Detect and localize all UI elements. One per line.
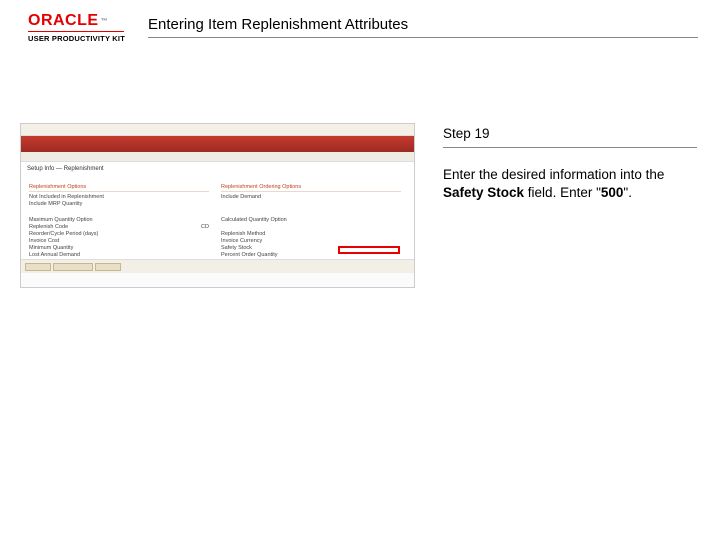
screenshot-thumbnail: Setup Info — Replenishment Replenishment… [20,123,415,288]
thumb-label: Calculated Quantity Option [221,217,287,223]
thumb-label: Include MRP Quantity [29,201,82,207]
thumb-label: Lost Annual Demand [29,252,80,258]
thumb-value: CD [201,224,209,230]
thumb-label [221,201,223,207]
step-instruction: Enter the desired information into the S… [443,166,693,202]
logo-divider [28,31,124,32]
thumb-label: Invoice Currency [221,238,262,244]
brand-logo: ORACLE ™ USER PRODUCTIVITY KIT [28,12,148,43]
thumb-section-replenishment: Replenishment Options [29,184,209,192]
instruction-value: 500 [601,185,624,200]
logo-subtext: USER PRODUCTIVITY KIT [28,34,148,43]
thumb-label: Minimum Quantity [29,245,73,251]
thumb-footer [21,259,414,273]
instruction-pre: Enter the desired information into the [443,167,664,182]
thumb-return-button [53,263,93,271]
thumb-label: Include Demand [221,194,261,200]
instruction-post: ". [623,185,632,200]
thumb-label: Replenish Method [221,231,265,237]
thumb-label: Reorder/Cycle Period (days) [29,231,98,237]
thumb-save-button [25,263,51,271]
page-title: Entering Item Replenishment Attributes [148,6,698,38]
instruction-field-name: Safety Stock [443,185,524,200]
thumb-form-title: Setup Info — Replenishment [27,166,104,172]
thumb-brandbar [21,136,414,152]
step-number: Step 19 [443,125,697,148]
thumb-label-safety-stock: Safety Stock [221,245,252,251]
thumb-label: Percent Order Quantity [221,252,278,258]
thumb-label: Invoice Cost [29,238,59,244]
instruction-mid: field. Enter " [524,185,601,200]
thumb-label [221,224,223,230]
thumb-label: Maximum Quantity Option [29,217,93,223]
thumb-breadcrumb-bar [21,124,414,136]
thumb-section-ordering: Replenishment Ordering Options [221,184,401,192]
highlight-rectangle [338,246,400,254]
thumb-label: Replenish Code [29,224,68,230]
logo-brand-text: ORACLE [28,12,99,30]
thumb-subnav [21,152,414,162]
thumb-help-button [95,263,121,271]
thumb-label: Not Included in Replenishment [29,194,104,200]
trademark: ™ [101,18,109,25]
